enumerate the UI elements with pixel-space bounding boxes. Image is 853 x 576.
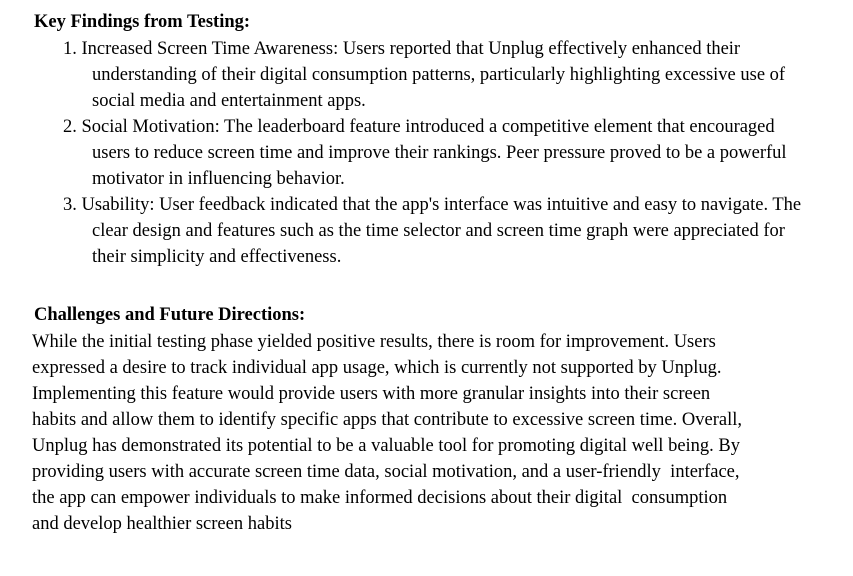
paragraph-line: While the initial testing phase yielded … [32,332,716,352]
finding-line: understanding of their digital consumpti… [92,65,736,85]
paragraph-line: and develop healthier screen habits [32,514,292,534]
paragraph-line: Implementing this feature would provide … [32,384,711,404]
key-findings-heading: Key Findings from Testing: [34,12,251,32]
challenges-heading: Challenges and Future Directions: [34,305,306,325]
finding-line: Usability: User feedback indicated that … [81,195,697,215]
finding-line: Social Motivation: The leaderboard featu… [81,117,685,137]
finding-number: 3. [63,195,77,215]
finding-number: 2. [63,117,77,137]
finding-item-3: 3. Usability: User feedback indicated th… [0,192,853,270]
finding-number: 1. [63,39,77,59]
key-findings-list: 1. Increased Screen Time Awareness: User… [0,36,853,270]
finding-item-2: 2. Social Motivation: The leaderboard fe… [0,114,853,192]
document-page: Key Findings from Testing: 1. Increased … [0,0,853,576]
paragraph-line: habits and allow them to identify specif… [32,410,742,430]
challenges-paragraph: While the initial testing phase yielded … [32,329,822,537]
finding-item-1: 1. Increased Screen Time Awareness: User… [0,36,853,114]
finding-line: Increased Screen Time Awareness: Users r… [81,39,741,59]
paragraph-line: Unplug has demonstrated its potential to… [32,436,741,456]
paragraph-line: the app can empower individuals to make … [32,488,728,508]
paragraph-line: expressed a desire to track individual a… [32,358,722,378]
paragraph-line: providing users with accurate screen tim… [32,462,740,482]
